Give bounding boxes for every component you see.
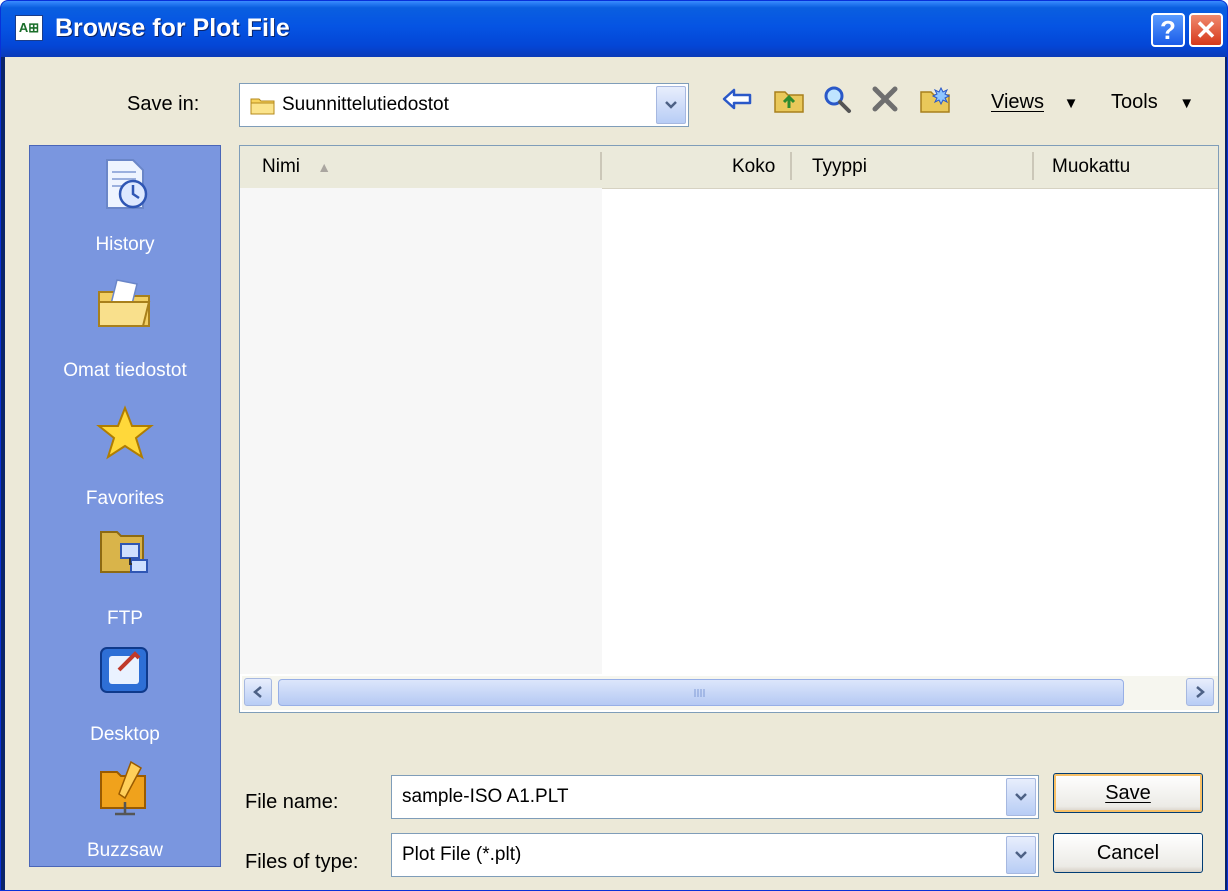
column-separator[interactable] [600, 152, 602, 180]
save-in-dropdown[interactable]: Suunnittelutiedostot [239, 83, 689, 127]
horizontal-scrollbar[interactable] [242, 676, 1218, 710]
close-button[interactable]: ✕ [1189, 13, 1223, 47]
grip-icon [694, 689, 705, 697]
chevron-down-icon[interactable] [1006, 836, 1036, 874]
file-name-value: sample-ISO A1.PLT [402, 786, 569, 807]
scrollbar-thumb[interactable] [278, 679, 1124, 706]
column-header-size[interactable]: Koko [732, 156, 775, 178]
file-name-label: File name: [245, 791, 339, 813]
place-favorites[interactable]: Favorites [30, 404, 220, 510]
window-title: Browse for Plot File [55, 14, 290, 42]
files-of-type-label: Files of type: [245, 851, 359, 873]
place-buzzsaw[interactable]: Buzzsaw [30, 758, 220, 862]
column-header-row: Nimi ▲ Koko Tyyppi Muokattu [240, 146, 1218, 189]
autocad-app-icon: A⊞ [15, 15, 43, 41]
buzzsaw-icon [100, 760, 146, 816]
views-label: Views [991, 91, 1044, 113]
tools-menu[interactable]: Tools ▼ [1111, 91, 1194, 114]
column-separator[interactable] [790, 152, 792, 180]
save-in-label: Save in: [127, 93, 200, 115]
favorites-star-icon [96, 405, 154, 460]
files-of-type-dropdown[interactable]: Plot File (*.plt) [391, 833, 1039, 877]
back-arrow-icon[interactable] [719, 81, 755, 117]
place-label: FTP [107, 608, 143, 629]
file-list-view[interactable]: Nimi ▲ Koko Tyyppi Muokattu [239, 145, 1219, 713]
save-in-value: Suunnittelutiedostot [282, 94, 449, 115]
search-web-icon[interactable] [819, 81, 855, 117]
up-folder-icon[interactable] [771, 81, 807, 117]
ftp-icon [100, 531, 148, 573]
desktop-icon [100, 647, 148, 693]
title-bar[interactable]: A⊞ Browse for Plot File ? ✕ [1, 1, 1227, 57]
help-button[interactable]: ? [1151, 13, 1185, 47]
chevron-down-icon[interactable] [656, 86, 686, 124]
my-documents-icon [98, 279, 151, 327]
place-my-documents[interactable]: Omat tiedostot [30, 274, 220, 382]
file-name-input[interactable]: sample-ISO A1.PLT [391, 775, 1039, 819]
place-label: Buzzsaw [86, 840, 164, 861]
places-bar: History Omat tiedostot Favorites FTP Des… [29, 145, 221, 867]
chevron-down-icon: ▼ [1179, 95, 1195, 112]
place-label: Favorites [85, 488, 165, 509]
name-column-highlight [240, 188, 602, 674]
scroll-left-icon[interactable] [244, 678, 272, 706]
sort-ascending-icon: ▲ [317, 159, 332, 175]
chevron-down-icon[interactable] [1006, 778, 1036, 816]
views-menu[interactable]: Views ▼ [991, 91, 1078, 114]
tools-label: Tools [1111, 91, 1158, 113]
column-header-type[interactable]: Tyyppi [812, 156, 867, 178]
place-ftp[interactable]: FTP [30, 522, 220, 630]
dialog-client-area: Save in: Suunnittelutiedostot Views ▼ To… [5, 57, 1225, 890]
delete-icon[interactable] [867, 81, 903, 117]
place-desktop[interactable]: Desktop [30, 640, 220, 746]
cancel-button[interactable]: Cancel [1053, 833, 1203, 873]
chevron-down-icon: ▼ [1063, 95, 1079, 112]
place-label: History [95, 234, 155, 255]
history-icon [106, 159, 148, 209]
scroll-right-icon[interactable] [1186, 678, 1214, 706]
column-header-modified[interactable]: Muokattu [1052, 156, 1130, 178]
place-history[interactable]: History [30, 154, 220, 256]
place-label: Desktop [90, 724, 160, 745]
save-button[interactable]: Save [1053, 773, 1203, 813]
dialog-window: A⊞ Browse for Plot File ? ✕ Save in: Suu… [0, 0, 1228, 891]
column-header-name[interactable]: Nimi ▲ [262, 156, 331, 178]
new-folder-icon[interactable] [917, 81, 953, 117]
folder-icon [250, 95, 276, 120]
place-label: Omat tiedostot [63, 360, 187, 381]
column-separator[interactable] [1032, 152, 1034, 180]
files-of-type-value: Plot File (*.plt) [402, 844, 522, 865]
